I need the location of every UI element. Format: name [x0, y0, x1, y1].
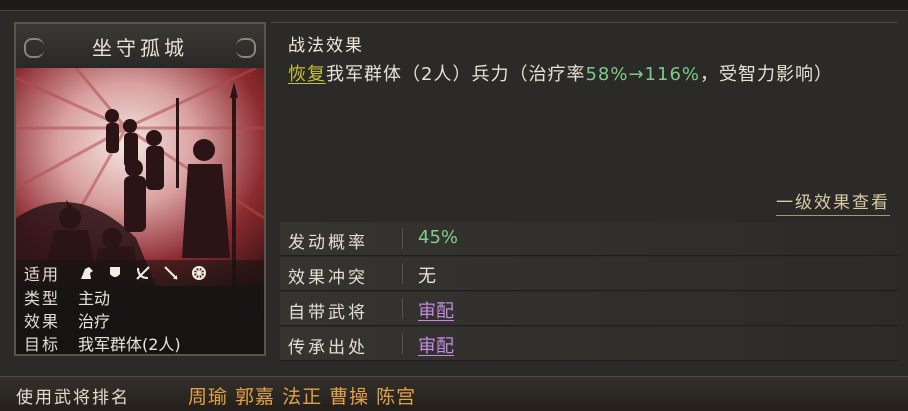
- attribute-label: 传承出处: [288, 338, 368, 358]
- attribute-row-inherit-source: 传承出处 审配: [280, 327, 898, 361]
- stat-value: 治疗: [78, 312, 111, 331]
- skill-card-stats: 适用 类型 主动 效果 治疗 目标 我军群体(2人): [16, 260, 264, 354]
- effect-description: 恢复我军群体（2人）兵力（治疗率58%→116%，受智力影响）: [288, 61, 888, 89]
- arms-icon-list: [78, 264, 208, 282]
- stat-label: 目标: [24, 335, 61, 354]
- stat-row-arms: 适用: [24, 262, 208, 284]
- stat-value: 我军群体(2人): [78, 335, 181, 354]
- siege-icon: [190, 264, 208, 282]
- divider: [402, 228, 403, 249]
- level-one-effect-link[interactable]: 一级效果查看: [776, 188, 890, 216]
- attribute-label: 发动概率: [288, 233, 368, 253]
- skill-card-header: 坐守孤城: [16, 24, 264, 69]
- divider: [402, 298, 403, 319]
- spear-icon: [162, 264, 180, 282]
- stat-label: 类型: [24, 289, 61, 308]
- stat-value: 主动: [78, 289, 111, 308]
- top-border: [0, 0, 908, 11]
- skill-name: 坐守孤城: [92, 35, 188, 60]
- stat-row-type: 类型 主动: [24, 286, 110, 308]
- shield-icon: [106, 264, 124, 282]
- attribute-label: 自带武将: [288, 303, 368, 323]
- effect-text-part: ，受智力影响）: [700, 64, 834, 85]
- effect-keyword-link[interactable]: 恢复: [288, 64, 326, 85]
- effect-text-part: 我军群体（2人）兵力（治疗率: [326, 64, 586, 85]
- bow-icon: [134, 264, 152, 282]
- scroll-ornament-icon: [236, 38, 256, 58]
- general-link[interactable]: 审配: [418, 332, 454, 358]
- stat-row-effect: 效果 治疗: [24, 309, 110, 331]
- stat-row-target: 目标 我军群体(2人): [24, 332, 181, 354]
- effect-panel: 战法效果 恢复我军群体（2人）兵力（治疗率58%→116%，受智力影响） 一级效…: [270, 22, 898, 217]
- attribute-table: 发动概率 45% 效果冲突 无 自带武将 审配 传承出处 审配: [270, 222, 898, 366]
- attribute-row-conflict: 效果冲突 无: [280, 257, 898, 291]
- attribute-value: 45%: [418, 227, 459, 248]
- heal-rate-value: 58%→116%: [585, 64, 701, 85]
- divider: [402, 263, 403, 284]
- attribute-row-own-general: 自带武将 审配: [280, 292, 898, 326]
- skill-illustration: [16, 68, 264, 286]
- stat-label: 适用: [24, 265, 61, 284]
- attribute-value: 无: [418, 266, 436, 287]
- divider: [402, 333, 403, 354]
- usage-ranking-names: 周瑜 郭嘉 法正 曹操 陈宫: [188, 386, 417, 408]
- attribute-row-trigger-rate: 发动概率 45%: [280, 222, 898, 256]
- stat-label: 效果: [24, 312, 61, 331]
- effect-title: 战法效果: [288, 36, 364, 56]
- attribute-label: 效果冲突: [288, 268, 368, 288]
- skill-card: 坐守孤城 适用 类型 主动 效果 治疗 目标 我军群体(2人): [14, 22, 266, 356]
- general-link[interactable]: 审配: [418, 297, 454, 323]
- scroll-ornament-icon: [24, 38, 44, 58]
- usage-ranking-label: 使用武将排名: [16, 388, 130, 408]
- usage-ranking-bar: 使用武将排名 周瑜 郭嘉 法正 曹操 陈宫: [0, 376, 908, 411]
- cavalry-icon: [78, 264, 96, 282]
